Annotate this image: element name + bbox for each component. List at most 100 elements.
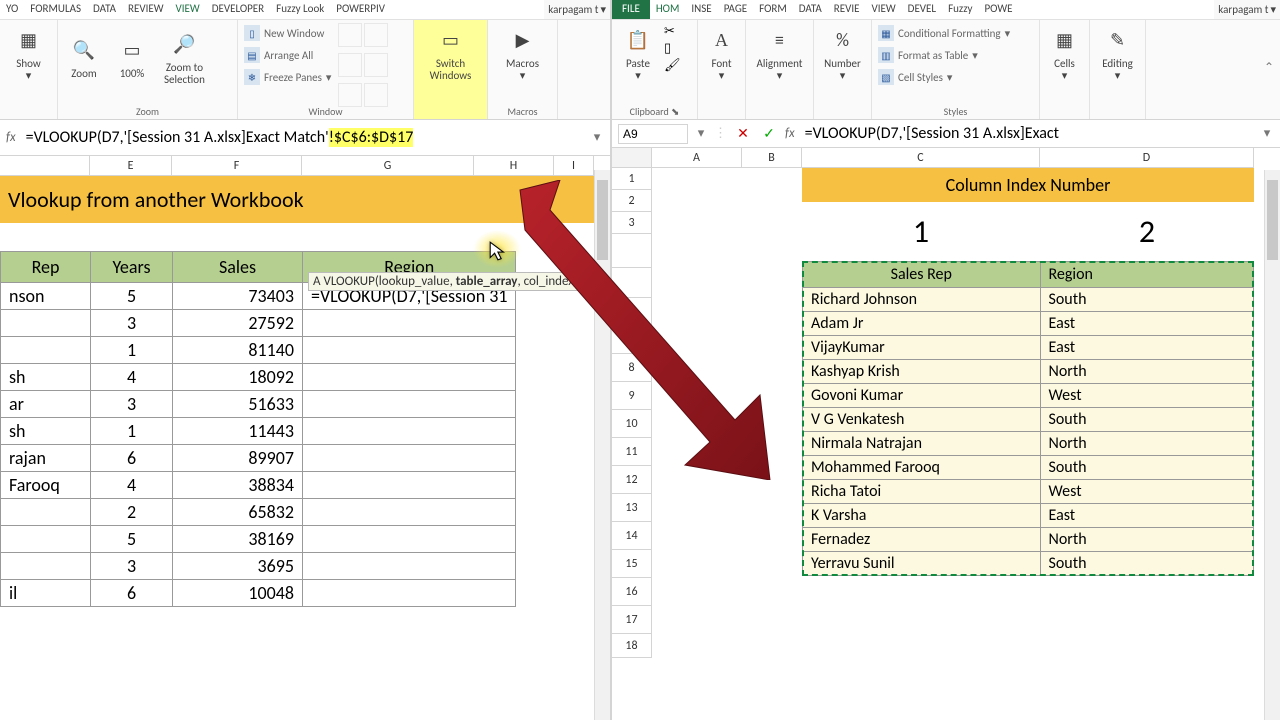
col-header-f[interactable]: F — [172, 156, 302, 176]
cell[interactable]: West — [1040, 384, 1253, 408]
table-row[interactable]: 3 3695 — [1, 553, 516, 580]
row-header[interactable] — [612, 268, 652, 298]
function-tooltip[interactable]: A VLOOKUP(lookup_value, table_array, col… — [308, 272, 612, 291]
font-button[interactable]: AFont▾ — [702, 22, 741, 84]
cell[interactable] — [303, 526, 516, 553]
cell[interactable]: 1 — [91, 418, 173, 445]
alignment-button[interactable]: ≡Alignment▾ — [750, 22, 809, 84]
namebox-drop[interactable]: ▾ — [694, 126, 708, 141]
tab-view[interactable]: VIEW — [170, 0, 206, 19]
cell[interactable]: North — [1040, 360, 1253, 384]
row-header[interactable]: 11 — [612, 438, 652, 466]
cell[interactable]: South — [1040, 288, 1253, 312]
cell[interactable] — [303, 472, 516, 499]
cell[interactable]: 10048 — [173, 580, 303, 607]
col-header-d[interactable]: D — [1040, 148, 1254, 168]
enter-icon[interactable]: ✓ — [759, 125, 779, 142]
cell[interactable]: Fernadez — [803, 528, 1041, 552]
cell[interactable]: East — [1040, 504, 1253, 528]
cell[interactable]: West — [1040, 480, 1253, 504]
table-row[interactable]: Kashyap Krish North — [803, 360, 1254, 384]
worksheet-right[interactable]: A B C D 123689101112131415161718 Column … — [612, 148, 1280, 658]
cell[interactable]: 1 — [91, 337, 173, 364]
cell[interactable]: 51633 — [173, 391, 303, 418]
tab[interactable]: PAGE — [718, 0, 753, 19]
tab-file[interactable]: FILE — [612, 0, 650, 19]
formula-input[interactable]: =VLOOKUP(D7,'[Session 31 A.xlsx]Exact — [801, 122, 1254, 145]
cell[interactable]: East — [1040, 336, 1253, 360]
table-row[interactable]: K Varsha East — [803, 504, 1254, 528]
table-row[interactable]: Richard Johnson South — [803, 288, 1254, 312]
cell[interactable]: Govoni Kumar — [803, 384, 1041, 408]
col-header[interactable] — [0, 156, 90, 176]
vertical-scrollbar[interactable] — [1264, 170, 1280, 720]
table-row[interactable]: Richa Tatoi West — [803, 480, 1254, 504]
cell[interactable]: 81140 — [173, 337, 303, 364]
row-header[interactable]: 16 — [612, 578, 652, 606]
cell[interactable]: South — [1040, 456, 1253, 480]
cell[interactable]: North — [1040, 432, 1253, 456]
tab[interactable]: DATA — [87, 0, 122, 19]
table-row[interactable]: V G Venkatesh South — [803, 408, 1254, 432]
table-row[interactable]: sh 1 11443 — [1, 418, 516, 445]
cell[interactable] — [303, 499, 516, 526]
row-header[interactable] — [612, 234, 652, 268]
cell[interactable]: 73403 — [173, 283, 303, 310]
col-header-a[interactable]: A — [652, 148, 742, 168]
formula-expand[interactable]: ▾ — [590, 130, 604, 145]
cell[interactable] — [1, 337, 91, 364]
cell[interactable]: Nirmala Natrajan — [803, 432, 1041, 456]
user-menu[interactable]: karpagam t ▾ — [1214, 0, 1280, 19]
cell[interactable] — [1, 526, 91, 553]
row-header[interactable]: 9 — [612, 382, 652, 410]
cell[interactable]: VijayKumar — [803, 336, 1041, 360]
cell[interactable]: South — [1040, 408, 1253, 432]
macros-button[interactable]: ▶ Macros▾ — [492, 22, 553, 84]
editing-button[interactable]: ✎Editing▾ — [1094, 22, 1141, 84]
table-row[interactable]: Mohammed Farooq South — [803, 456, 1254, 480]
tab[interactable]: POWERPIV — [330, 0, 391, 19]
table-row[interactable]: VijayKumar East — [803, 336, 1254, 360]
row-header[interactable]: 13 — [612, 494, 652, 522]
lookup-table[interactable]: Sales Rep Region Richard Johnson SouthAd… — [802, 261, 1254, 576]
table-row[interactable]: Farooq 4 38834 — [1, 472, 516, 499]
table-row[interactable]: sh 4 18092 — [1, 364, 516, 391]
cell[interactable]: 3 — [91, 310, 173, 337]
table-row[interactable]: Yerravu Sunil South — [803, 552, 1254, 576]
worksheet-left[interactable]: E F G H I Vlookup from another Workbook … — [0, 156, 610, 607]
row-header[interactable]: 15 — [612, 550, 652, 578]
cell[interactable]: K Varsha — [803, 504, 1041, 528]
table-row[interactable]: Govoni Kumar West — [803, 384, 1254, 408]
freeze-panes-button[interactable]: ❄Freeze Panes ▾ — [242, 66, 333, 88]
cell[interactable]: 4 — [91, 364, 173, 391]
tab[interactable]: FORM — [753, 0, 793, 19]
formula-input[interactable]: =VLOOKUP(D7,'[Session 31 A.xlsx]Exact Ma… — [22, 126, 584, 149]
row-header[interactable]: 14 — [612, 522, 652, 550]
name-box[interactable] — [618, 124, 688, 144]
tab[interactable]: DEVELOPER — [206, 0, 270, 19]
vertical-scrollbar[interactable] — [594, 170, 610, 720]
cell[interactable]: 4 — [91, 472, 173, 499]
row-header[interactable]: 17 — [612, 606, 652, 634]
cell[interactable] — [303, 364, 516, 391]
cell[interactable]: il — [1, 580, 91, 607]
cancel-icon[interactable]: ✕ — [733, 125, 753, 142]
tab-home[interactable]: HOM — [650, 0, 686, 19]
cell[interactable] — [303, 418, 516, 445]
cell[interactable]: 5 — [91, 283, 173, 310]
cell[interactable]: 5 — [91, 526, 173, 553]
cell[interactable]: 89907 — [173, 445, 303, 472]
row-header[interactable]: 18 — [612, 634, 652, 658]
formula-expand[interactable]: ▾ — [1260, 126, 1274, 141]
cell[interactable]: sh — [1, 364, 91, 391]
cell[interactable]: 27592 — [173, 310, 303, 337]
tab[interactable]: DEVEL — [902, 0, 942, 19]
cell[interactable]: 65832 — [173, 499, 303, 526]
table-row[interactable]: 3 27592 — [1, 310, 516, 337]
cell[interactable]: ar — [1, 391, 91, 418]
row-header[interactable]: 6 — [612, 298, 652, 326]
cell[interactable]: Kashyap Krish — [803, 360, 1041, 384]
cell[interactable]: 18092 — [173, 364, 303, 391]
copy-icon[interactable]: ▯ — [664, 41, 681, 56]
tab[interactable]: FORMULAS — [24, 0, 87, 19]
